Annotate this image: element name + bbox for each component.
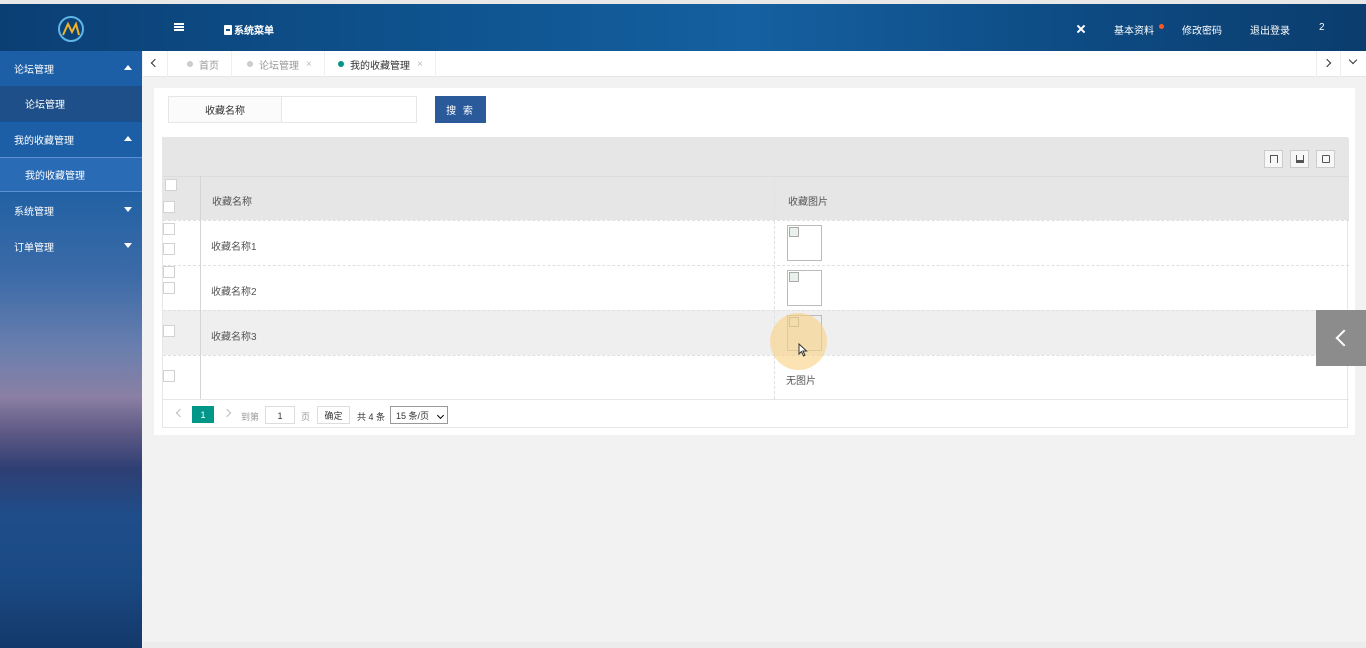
tab-label: 首页 [199, 60, 219, 72]
column-header-image[interactable]: 收藏图片 [788, 193, 828, 208]
system-menu-button[interactable]: 系统菜单 [224, 22, 274, 37]
app-logo [58, 16, 84, 42]
tab-forum[interactable]: 论坛管理 × [235, 51, 325, 77]
tab-label: 我的收藏管理 [350, 60, 410, 72]
top-header: 系统菜单 基本资料 修改密码 退出登录 2 [0, 0, 1366, 51]
notification-dot [1159, 24, 1164, 29]
table-row[interactable]: 收藏名称2 [163, 265, 1349, 310]
tab-home[interactable]: 首页 [175, 51, 232, 77]
search-input[interactable] [281, 96, 417, 123]
chevron-down-icon [1348, 55, 1358, 65]
page-unit-label: 页 [301, 412, 311, 422]
menu-toggle-icon[interactable] [174, 23, 184, 31]
user-count[interactable]: 2 [1319, 22, 1325, 33]
column-divider [774, 176, 775, 399]
column-header-name[interactable]: 收藏名称 [212, 193, 252, 208]
tab-bar: 首页 论坛管理 × 我的收藏管理 × [143, 51, 1366, 77]
sidebar-group-label: 论坛管理 [14, 65, 54, 76]
chevron-left-icon [150, 58, 160, 68]
cursor-highlight [770, 313, 827, 370]
print-icon [1322, 155, 1330, 163]
sidebar-group-favorites[interactable]: 我的收藏管理 [0, 122, 142, 157]
cell-name: 收藏名称2 [211, 287, 257, 298]
close-icon[interactable]: × [306, 59, 312, 70]
tab-scroll-left-button[interactable] [143, 51, 168, 77]
row-checkbox[interactable] [163, 201, 175, 213]
row-checkbox[interactable] [163, 282, 175, 294]
chevron-left-icon [1335, 329, 1353, 347]
sidebar-group-label: 订单管理 [14, 243, 54, 254]
caret-down-icon [124, 207, 132, 212]
columns-icon [1270, 155, 1278, 163]
table-header: 收藏名称 收藏图片 [163, 176, 1349, 220]
print-button[interactable] [1316, 150, 1335, 168]
table-row[interactable]: 收藏名称1 [163, 220, 1349, 265]
prev-page-icon[interactable] [175, 408, 185, 418]
caret-up-icon [124, 65, 132, 70]
close-icon[interactable]: × [417, 59, 423, 70]
pagination: 1 到第 1 页 确定 共 4 条 15 条/页 [163, 399, 1349, 429]
tab-dot-icon [187, 61, 193, 67]
sidebar-item-favorites[interactable]: 我的收藏管理 [0, 157, 142, 192]
current-page-button[interactable]: 1 [192, 406, 214, 423]
next-page-icon[interactable] [222, 408, 232, 418]
tab-label: 论坛管理 [259, 60, 299, 72]
sidebar-group-label: 我的收藏管理 [14, 136, 74, 147]
top-stripe [0, 0, 1366, 4]
mouse-cursor-icon [798, 343, 808, 357]
bottom-border [143, 642, 1366, 648]
tab-dot-icon [338, 61, 344, 67]
search-button[interactable]: 搜 索 [435, 96, 486, 123]
page-size-select[interactable]: 15 条/页 [390, 406, 448, 424]
table-row[interactable]: 无图片 [163, 355, 1349, 399]
side-collapse-button[interactable] [1316, 310, 1366, 366]
system-menu-label: 系统菜单 [234, 26, 274, 37]
sidebar-group-forum[interactable]: 论坛管理 [0, 51, 142, 86]
sidebar-group-label: 系统管理 [14, 207, 54, 218]
tab-scroll-right-button[interactable] [1316, 51, 1341, 77]
total-count: 共 4 条 [357, 412, 386, 422]
table-toolbar [163, 138, 1349, 176]
chevron-right-icon [1322, 58, 1332, 68]
cell-name: 收藏名称3 [211, 332, 257, 343]
data-table: 收藏名称 收藏图片 收藏名称1 收藏名称2 收藏名称3 无图片 1 到第 1 页… [162, 137, 1349, 429]
sidebar-group-system[interactable]: 系统管理 [0, 193, 142, 228]
row-checkbox[interactable] [163, 223, 175, 235]
broken-image-icon [787, 270, 822, 306]
tab-favorites[interactable]: 我的收藏管理 × [326, 51, 436, 77]
export-button[interactable] [1290, 150, 1309, 168]
goto-label: 到第 [241, 412, 260, 422]
sidebar-item-label: 论坛管理 [25, 100, 65, 111]
change-password-link[interactable]: 修改密码 [1182, 22, 1222, 37]
chevron-down-icon [436, 411, 445, 420]
tab-dot-icon [247, 61, 253, 67]
goto-confirm-button[interactable]: 确定 [317, 406, 350, 424]
row-checkbox[interactable] [163, 266, 175, 278]
export-icon [1296, 155, 1304, 163]
page-size-value: 15 条/页 [396, 410, 430, 421]
tab-dropdown-button[interactable] [1341, 51, 1366, 77]
broken-image-icon [787, 225, 822, 261]
column-divider [200, 176, 201, 399]
select-all-checkbox[interactable] [165, 179, 177, 191]
columns-filter-button[interactable] [1264, 150, 1283, 168]
row-checkbox[interactable] [163, 370, 175, 382]
profile-link[interactable]: 基本资料 [1114, 22, 1154, 37]
sidebar-item-forum[interactable]: 论坛管理 [0, 86, 142, 121]
fullscreen-icon[interactable] [1076, 24, 1086, 34]
logout-link[interactable]: 退出登录 [1250, 22, 1290, 37]
caret-down-icon [124, 243, 132, 248]
sidebar-group-orders[interactable]: 订单管理 [0, 229, 142, 264]
document-icon [224, 24, 232, 35]
no-image-text: 无图片 [786, 376, 816, 387]
table-row[interactable]: 收藏名称3 [163, 310, 1349, 355]
sidebar: 论坛管理 论坛管理 我的收藏管理 我的收藏管理 系统管理 订单管理 [0, 51, 142, 648]
search-label: 收藏名称 [168, 96, 282, 123]
caret-up-icon [124, 136, 132, 141]
row-checkbox[interactable] [163, 325, 175, 337]
cell-name: 收藏名称1 [211, 242, 257, 253]
row-checkbox[interactable] [163, 243, 175, 255]
goto-page-input[interactable]: 1 [265, 406, 295, 424]
sidebar-item-label: 我的收藏管理 [25, 171, 85, 182]
